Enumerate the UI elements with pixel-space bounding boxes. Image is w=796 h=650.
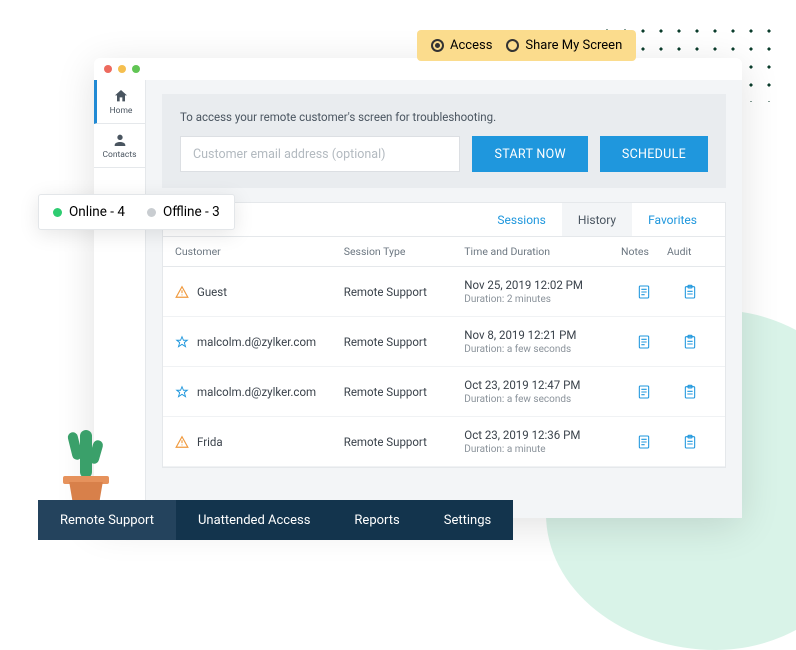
customer-cell: malcolm.d@zylker.com	[175, 335, 344, 349]
table-header: Customer Session Type Time and Duration …	[163, 237, 725, 267]
mode-access-label: Access	[450, 38, 492, 53]
nav-settings[interactable]: Settings	[422, 500, 513, 540]
table-row: malcolm.d@zylker.com Remote SupportOct 23…	[163, 367, 725, 417]
time-value: Oct 23, 2019 12:36 PM	[464, 428, 621, 442]
duration-value: Duration: a few seconds	[464, 344, 621, 355]
access-hint: To access your remote customer's screen …	[180, 110, 708, 124]
customer-name: Frida	[197, 435, 223, 449]
notes-icon[interactable]	[636, 434, 652, 450]
time-cell: Nov 25, 2019 12:02 PM Duration: 2 minutes	[464, 278, 621, 305]
time-value: Nov 25, 2019 12:02 PM	[464, 278, 621, 292]
notes-cell	[621, 334, 667, 350]
status-offline: Offline - 3	[147, 204, 220, 220]
duration-value: Duration: a few seconds	[464, 394, 621, 405]
session-type-cell: Remote Support	[344, 285, 465, 299]
status-online-label: Online - 4	[69, 204, 125, 220]
session-type-cell: Remote Support	[344, 385, 465, 399]
notes-icon[interactable]	[636, 284, 652, 300]
star-icon	[175, 385, 189, 399]
mode-access[interactable]: Access	[431, 38, 492, 53]
contacts-icon	[112, 132, 128, 148]
notes-cell	[621, 434, 667, 450]
audit-cell	[667, 384, 713, 400]
sidebar-item-contacts[interactable]: Contacts	[94, 124, 145, 168]
audit-icon[interactable]	[682, 284, 698, 300]
audit-cell	[667, 334, 713, 350]
mode-share-label: Share My Screen	[525, 38, 622, 53]
customer-name: Guest	[197, 285, 227, 299]
customer-cell: Frida	[175, 435, 344, 449]
mode-selector: Access Share My Screen	[417, 30, 636, 61]
duration-value: Duration: a minute	[464, 444, 621, 455]
window-titlebar	[94, 58, 742, 80]
warning-icon	[175, 435, 189, 449]
mode-share[interactable]: Share My Screen	[506, 38, 622, 53]
window-max-icon[interactable]	[132, 65, 140, 73]
star-icon	[175, 335, 189, 349]
decor-cactus	[58, 420, 114, 510]
offline-dot-icon	[147, 208, 156, 217]
duration-value: Duration: 2 minutes	[464, 294, 621, 305]
audit-icon[interactable]	[682, 334, 698, 350]
th-audit: Audit	[667, 245, 713, 258]
notes-cell	[621, 284, 667, 300]
bottom-nav: Remote Support Unattended Access Reports…	[38, 500, 513, 540]
sidebar-item-home[interactable]: Home	[94, 80, 145, 124]
customer-cell: malcolm.d@zylker.com	[175, 385, 344, 399]
tab-history[interactable]: History	[562, 203, 632, 236]
tab-sessions[interactable]: Sessions	[481, 203, 561, 236]
session-tabs: Sessions History Favorites	[162, 202, 726, 236]
customer-name: malcolm.d@zylker.com	[197, 385, 316, 399]
customer-name: malcolm.d@zylker.com	[197, 335, 316, 349]
status-online: Online - 4	[53, 204, 125, 220]
start-now-button[interactable]: START NOW	[472, 136, 587, 172]
radio-off-icon	[506, 39, 519, 52]
customer-cell: Guest	[175, 285, 344, 299]
nav-reports[interactable]: Reports	[332, 500, 421, 540]
time-value: Nov 8, 2019 12:21 PM	[464, 328, 621, 342]
home-icon	[113, 88, 129, 104]
window-close-icon[interactable]	[104, 65, 112, 73]
access-panel: To access your remote customer's screen …	[162, 94, 726, 188]
sidebar-home-label: Home	[110, 106, 133, 116]
main-area: To access your remote customer's screen …	[146, 80, 742, 518]
radio-on-icon	[431, 39, 444, 52]
notes-icon[interactable]	[636, 384, 652, 400]
customer-email-input[interactable]	[180, 136, 460, 172]
audit-icon[interactable]	[682, 434, 698, 450]
table-row: Frida Remote SupportOct 23, 2019 12:36 PM…	[163, 417, 725, 467]
nav-unattended[interactable]: Unattended Access	[176, 500, 332, 540]
table-row: Guest Remote SupportNov 25, 2019 12:02 PM…	[163, 267, 725, 317]
status-card: Online - 4 Offline - 3	[38, 194, 235, 230]
th-type: Session Type	[344, 245, 465, 258]
history-table: Customer Session Type Time and Duration …	[162, 236, 726, 468]
time-cell: Nov 8, 2019 12:21 PM Duration: a few seco…	[464, 328, 621, 355]
warning-icon	[175, 285, 189, 299]
time-cell: Oct 23, 2019 12:47 PM Duration: a few sec…	[464, 378, 621, 405]
nav-remote-support[interactable]: Remote Support	[38, 500, 176, 540]
tab-favorites[interactable]: Favorites	[632, 203, 713, 236]
audit-cell	[667, 434, 713, 450]
window-min-icon[interactable]	[118, 65, 126, 73]
status-offline-label: Offline - 3	[163, 204, 220, 220]
schedule-button[interactable]: SCHEDULE	[600, 136, 708, 172]
notes-icon[interactable]	[636, 334, 652, 350]
th-customer: Customer	[175, 245, 344, 258]
time-value: Oct 23, 2019 12:47 PM	[464, 378, 621, 392]
sidebar-contacts-label: Contacts	[102, 150, 136, 160]
session-type-cell: Remote Support	[344, 435, 465, 449]
table-row: malcolm.d@zylker.com Remote SupportNov 8,…	[163, 317, 725, 367]
time-cell: Oct 23, 2019 12:36 PM Duration: a minute	[464, 428, 621, 455]
th-time: Time and Duration	[464, 245, 621, 258]
session-type-cell: Remote Support	[344, 335, 465, 349]
audit-cell	[667, 284, 713, 300]
online-dot-icon	[53, 208, 62, 217]
audit-icon[interactable]	[682, 384, 698, 400]
app-window: Home Contacts To access your remote cust…	[94, 58, 742, 518]
th-notes: Notes	[621, 245, 667, 258]
notes-cell	[621, 384, 667, 400]
